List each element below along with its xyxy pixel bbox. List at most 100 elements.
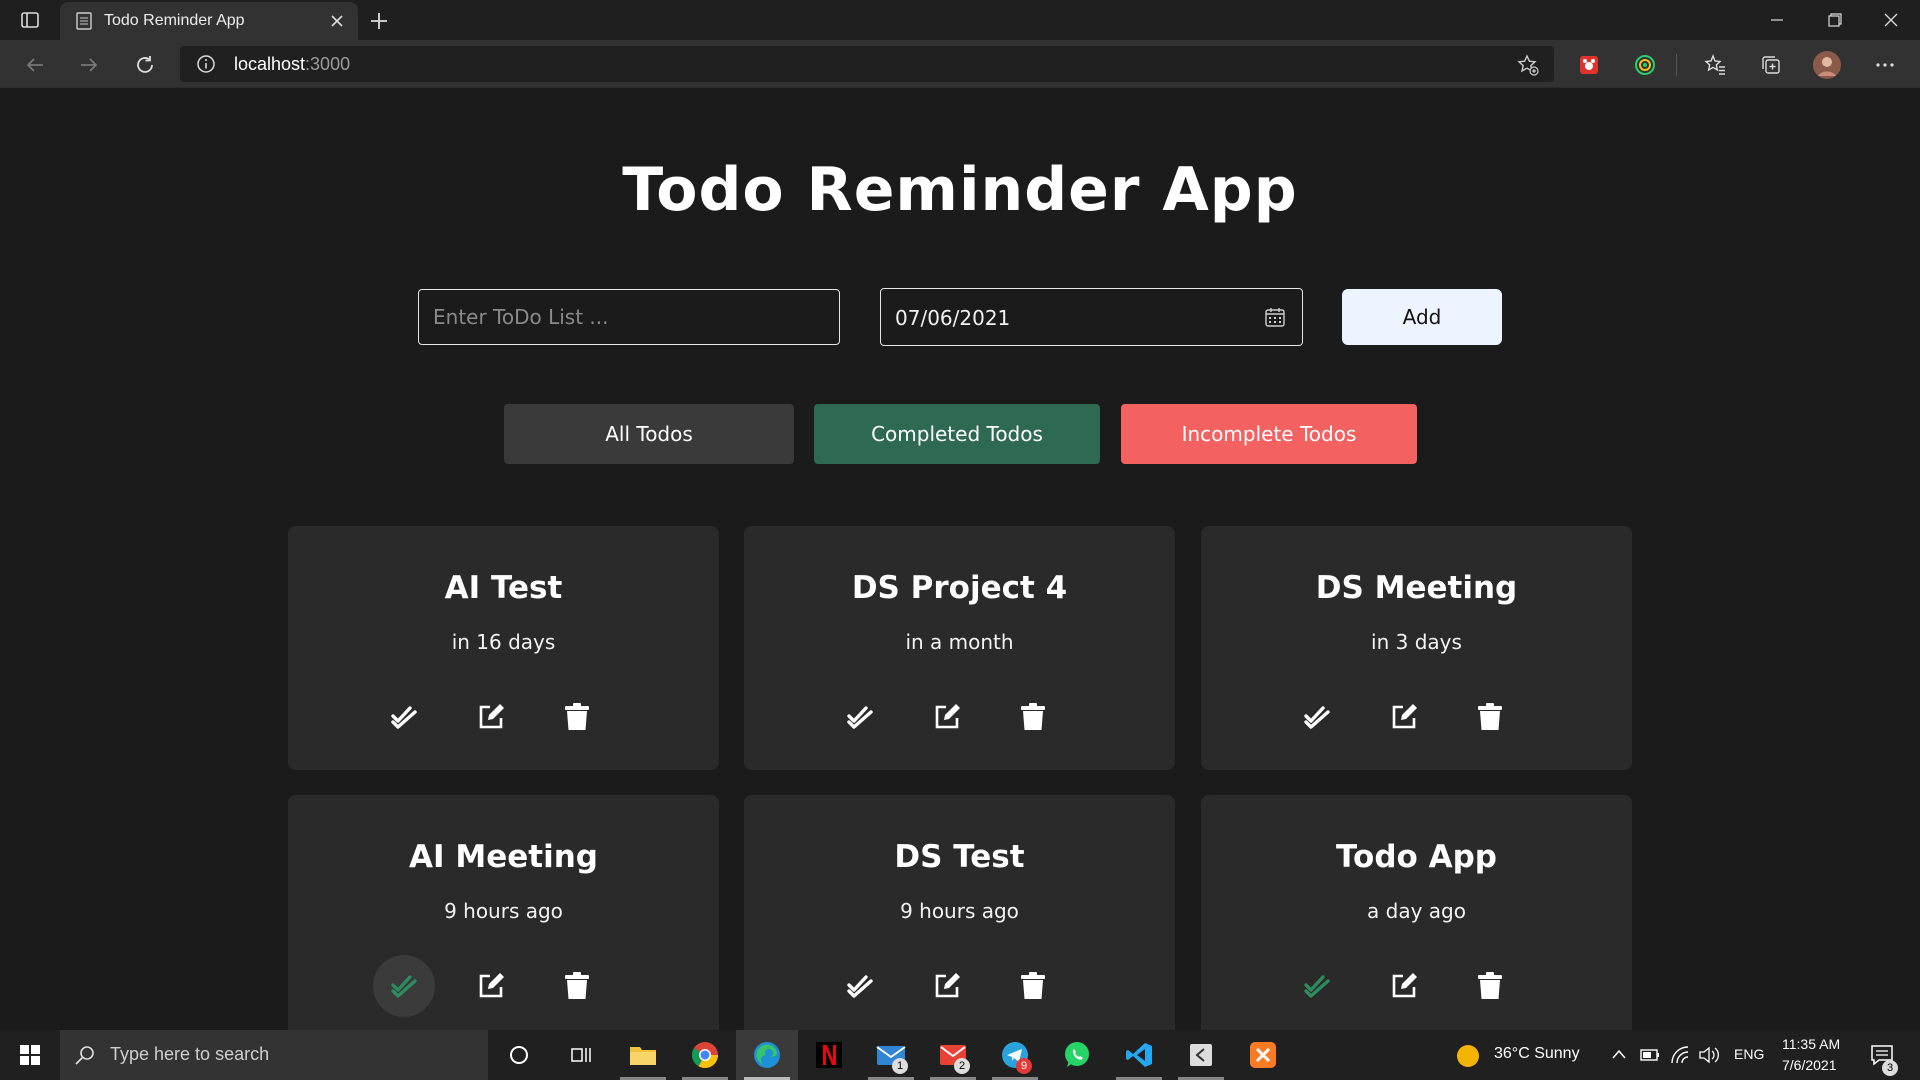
notification-count: 3 xyxy=(1882,1060,1898,1076)
netflix-icon xyxy=(816,1042,842,1068)
weather-sun-icon[interactable] xyxy=(1456,1044,1480,1068)
forward-button[interactable] xyxy=(74,50,104,80)
telegram-app[interactable]: 9 xyxy=(984,1030,1046,1080)
filter-incomplete-button[interactable]: Incomplete Todos xyxy=(1121,404,1417,464)
complete-button[interactable] xyxy=(829,686,891,748)
edit-button[interactable] xyxy=(460,686,522,748)
file-explorer-app[interactable] xyxy=(612,1030,674,1080)
delete-button[interactable] xyxy=(546,955,608,1017)
todo-actions xyxy=(288,686,719,748)
todo-card: DS Test 9 hours ago xyxy=(744,795,1175,1039)
calendar-icon[interactable] xyxy=(1264,306,1286,328)
todo-actions xyxy=(744,686,1175,748)
close-tab-icon[interactable] xyxy=(328,12,346,30)
double-check-icon xyxy=(391,706,417,729)
trash-icon xyxy=(565,703,589,730)
start-button[interactable] xyxy=(0,1030,60,1080)
edge-app[interactable] xyxy=(736,1030,798,1080)
browser-tab-bar: Todo Reminder App xyxy=(0,0,1920,40)
trash-icon xyxy=(1478,972,1502,999)
tab-actions-icon[interactable] xyxy=(20,10,40,30)
restore-button[interactable] xyxy=(1806,0,1864,40)
delete-button[interactable] xyxy=(1002,955,1064,1017)
extension-red-button[interactable] xyxy=(1574,50,1604,80)
windows-logo-icon xyxy=(20,1045,40,1065)
app-window-button[interactable] xyxy=(1170,1030,1232,1080)
document-icon xyxy=(76,12,92,30)
address-bar[interactable]: localhost:3000 xyxy=(180,46,1554,82)
edit-button[interactable] xyxy=(916,955,978,1017)
delete-button[interactable] xyxy=(546,686,608,748)
todo-card: AI Test in 16 days xyxy=(288,526,719,770)
close-window-button[interactable] xyxy=(1862,0,1920,40)
filter-all-button[interactable]: All Todos xyxy=(504,404,794,464)
double-check-icon xyxy=(391,975,417,998)
complete-button[interactable] xyxy=(373,955,435,1017)
edit-icon xyxy=(479,704,504,729)
complete-button[interactable] xyxy=(1286,955,1348,1017)
favorites-icon xyxy=(1704,54,1725,75)
add-favorite-icon[interactable] xyxy=(1516,53,1540,77)
extension-target-button[interactable] xyxy=(1630,50,1660,80)
edit-button[interactable] xyxy=(460,955,522,1017)
gmail-app[interactable]: 2 xyxy=(922,1030,984,1080)
complete-button[interactable] xyxy=(373,686,435,748)
todo-card: AI Meeting 9 hours ago xyxy=(288,795,719,1039)
complete-button[interactable] xyxy=(829,955,891,1017)
url-port: :3000 xyxy=(305,54,351,74)
delete-button[interactable] xyxy=(1459,686,1521,748)
date-field[interactable]: 07/06/2021 xyxy=(880,288,1303,346)
todo-actions xyxy=(1201,955,1632,1017)
settings-more-button[interactable] xyxy=(1870,50,1900,80)
profile-button[interactable] xyxy=(1812,50,1842,80)
browser-tab[interactable]: Todo Reminder App xyxy=(60,2,358,40)
taskbar-search[interactable]: Type here to search xyxy=(60,1030,488,1080)
browser-toolbar: localhost:3000 xyxy=(0,40,1920,88)
vscode-app[interactable] xyxy=(1108,1030,1170,1080)
weather-text[interactable]: 36°C Sunny xyxy=(1494,1045,1580,1063)
arrow-left-icon xyxy=(26,58,43,72)
xampp-app[interactable] xyxy=(1232,1030,1294,1080)
language-indicator[interactable]: ENG xyxy=(1734,1046,1764,1062)
todo-input[interactable] xyxy=(418,289,840,345)
chrome-app[interactable] xyxy=(674,1030,736,1080)
delete-button[interactable] xyxy=(1459,955,1521,1017)
volume-icon[interactable] xyxy=(1698,1045,1720,1065)
trash-icon xyxy=(1478,703,1502,730)
search-icon xyxy=(75,1046,94,1065)
collections-button[interactable] xyxy=(1756,50,1786,80)
add-button[interactable]: Add xyxy=(1342,289,1502,345)
wifi-icon[interactable] xyxy=(1670,1045,1690,1065)
filter-completed-button[interactable]: Completed Todos xyxy=(814,404,1100,464)
trash-icon xyxy=(565,972,589,999)
cortana-button[interactable] xyxy=(488,1030,550,1080)
folder-icon xyxy=(630,1047,656,1065)
todo-card: DS Meeting in 3 days xyxy=(1201,526,1632,770)
edit-button[interactable] xyxy=(916,686,978,748)
chevron-up-icon[interactable] xyxy=(1610,1046,1628,1064)
edit-button[interactable] xyxy=(1373,686,1435,748)
favorites-button[interactable] xyxy=(1700,50,1730,80)
todo-due: 9 hours ago xyxy=(444,899,563,923)
info-icon[interactable] xyxy=(196,54,216,74)
new-tab-icon[interactable] xyxy=(366,8,392,34)
trash-icon xyxy=(1021,972,1045,999)
edit-button[interactable] xyxy=(1373,955,1435,1017)
clock-time[interactable]: 11:35 AM xyxy=(1782,1036,1840,1052)
more-icon xyxy=(1876,63,1894,67)
trash-icon xyxy=(1021,703,1045,730)
complete-button[interactable] xyxy=(1286,686,1348,748)
mail-app[interactable]: 1 xyxy=(860,1030,922,1080)
whatsapp-app[interactable] xyxy=(1046,1030,1108,1080)
back-button[interactable] xyxy=(20,50,50,80)
netflix-app[interactable] xyxy=(798,1030,860,1080)
task-view-button[interactable] xyxy=(550,1030,612,1080)
edit-icon xyxy=(479,973,504,998)
delete-button[interactable] xyxy=(1002,686,1064,748)
minimize-button[interactable] xyxy=(1748,0,1806,40)
refresh-button[interactable] xyxy=(130,50,160,80)
clock-date[interactable]: 7/6/2021 xyxy=(1782,1057,1837,1073)
battery-icon[interactable] xyxy=(1640,1046,1660,1064)
app-page: Todo Reminder App 07/06/2021 Add All Tod… xyxy=(0,89,1920,1039)
mail-badge: 1 xyxy=(892,1058,908,1074)
